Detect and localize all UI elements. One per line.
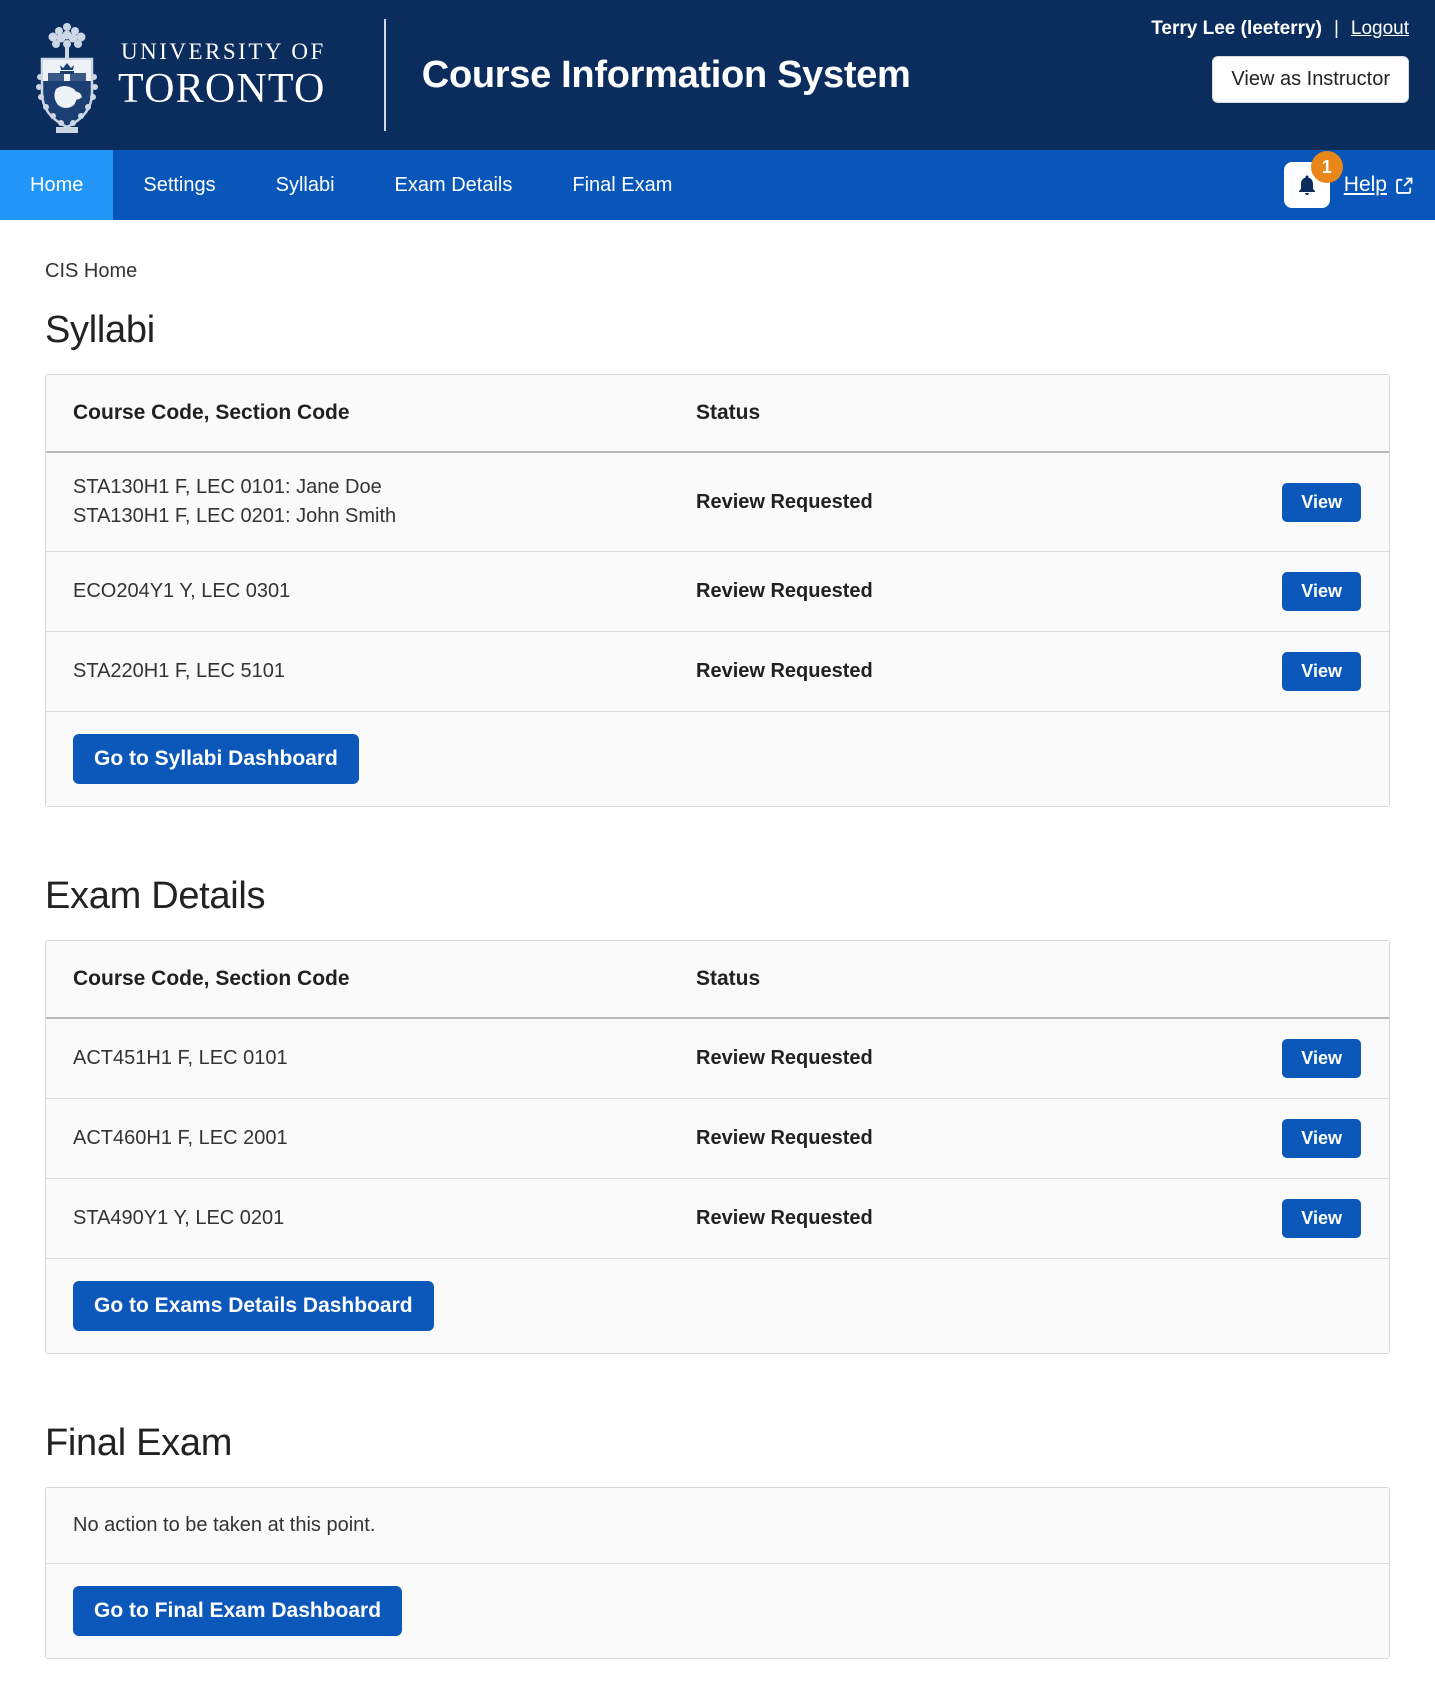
view-button[interactable]: View (1282, 1039, 1361, 1078)
syllabi-row-1-status: Review Requested (696, 551, 1249, 632)
nav-item-settings[interactable]: Settings (113, 150, 245, 220)
uoft-wordmark: UNIVERSITY OF TORONTO (118, 40, 326, 110)
table-row: ECO204Y1 Y, LEC 0301 Review Requested Vi… (46, 551, 1389, 632)
logout-link[interactable]: Logout (1351, 18, 1409, 40)
nav-right-group: 1 Help (1283, 150, 1415, 220)
table-row: ACT460H1 F, LEC 2001 Review Requested Vi… (46, 1098, 1389, 1179)
page-title-exam-details: Exam Details (45, 875, 266, 917)
go-to-syllabi-dashboard-button[interactable]: Go to Syllabi Dashboard (73, 734, 359, 784)
exam-details-row-2-course: STA490Y1 Y, LEC 0201 (46, 1178, 696, 1259)
syllabi-table-header-row: Course Code, Section Code Status (46, 375, 1389, 453)
course-line: ECO204Y1 Y, LEC 0301 (73, 580, 291, 602)
breadcrumb: CIS Home (45, 260, 138, 282)
main-content: CIS Home Syllabi Course Code, Section Co… (0, 220, 1435, 1693)
view-button[interactable]: View (1282, 1199, 1361, 1238)
site-header: UNIVERSITY OF TORONTO Course Information… (0, 0, 1435, 150)
exam-details-row-0-status: Review Requested (696, 1018, 1249, 1099)
go-to-final-exam-dashboard-button[interactable]: Go to Final Exam Dashboard (73, 1586, 403, 1636)
syllabi-col-course-header: Course Code, Section Code (46, 375, 696, 453)
uoft-brand: UNIVERSITY OF TORONTO (28, 0, 326, 150)
uoft-wordmark-line2: TORONTO (118, 66, 326, 112)
syllabi-panel: Course Code, Section Code Status STA130H… (45, 374, 1390, 807)
syllabi-panel-footer: Go to Syllabi Dashboard (46, 712, 1389, 806)
nav-item-exam-details-label: Exam Details (394, 173, 513, 196)
syllabi-row-1-course: ECO204Y1 Y, LEC 0301 (46, 551, 696, 632)
exam-details-row-1-course: ACT460H1 F, LEC 2001 (46, 1098, 696, 1179)
exam-details-panel: Course Code, Section Code Status ACT451H… (45, 940, 1390, 1354)
user-area: Terry Lee (leeterry) | Logout View as In… (1151, 18, 1409, 103)
view-button[interactable]: View (1282, 482, 1361, 522)
exam-details-row-0-course: ACT451H1 F, LEC 0101 (46, 1018, 696, 1099)
course-line: ACT451H1 F, LEC 0101 (73, 1047, 288, 1069)
exam-details-row-1-status: Review Requested (696, 1098, 1249, 1179)
external-link-icon (1396, 177, 1413, 194)
view-button[interactable]: View (1282, 572, 1361, 611)
app-title: Course Information System (421, 53, 911, 96)
nav-item-exam-details[interactable]: Exam Details (365, 150, 543, 220)
user-name: Terry Lee (leeterry) (1151, 18, 1322, 39)
header-divider (383, 19, 386, 131)
uoft-crest-icon (28, 15, 106, 135)
nav-item-final-exam-label: Final Exam (572, 173, 673, 196)
course-line: STA130H1 F, LEC 0201: John Smith (73, 505, 397, 527)
course-line: STA490Y1 Y, LEC 0201 (73, 1207, 285, 1229)
syllabi-row-0-course: STA130H1 F, LEC 0101: Jane Doe STA130H1 … (46, 452, 696, 552)
nav-item-syllabi-label: Syllabi (275, 173, 335, 196)
exam-details-row-1-action: View (1249, 1098, 1389, 1179)
exam-details-row-0-action: View (1249, 1018, 1389, 1099)
syllabi-row-2-course: STA220H1 F, LEC 5101 (46, 631, 696, 712)
table-row: STA490Y1 Y, LEC 0201 Review Requested Vi… (46, 1178, 1389, 1259)
exam-details-table: Course Code, Section Code Status ACT451H… (46, 941, 1389, 1259)
help-link[interactable]: Help (1344, 173, 1415, 197)
page-title-final-exam: Final Exam (45, 1422, 233, 1464)
nav-item-settings-label: Settings (143, 173, 216, 196)
exam-details-row-2-action: View (1249, 1178, 1389, 1259)
exam-details-row-2-status: Review Requested (696, 1178, 1249, 1259)
view-as-instructor-button[interactable]: View as Instructor (1212, 56, 1409, 103)
syllabi-row-2-action: View (1249, 631, 1389, 712)
table-row: STA220H1 F, LEC 5101 Review Requested Vi… (46, 631, 1389, 712)
table-row: STA130H1 F, LEC 0101: Jane Doe STA130H1 … (46, 452, 1389, 552)
help-link-label: Help (1343, 173, 1387, 196)
notifications[interactable]: 1 (1283, 151, 1343, 208)
notification-count-badge: 1 (1310, 151, 1343, 183)
syllabi-row-2-status: Review Requested (696, 631, 1249, 712)
syllabi-table: Course Code, Section Code Status STA130H… (46, 375, 1389, 712)
final-exam-empty-message: No action to be taken at this point. (46, 1488, 1389, 1564)
exam-details-panel-footer: Go to Exams Details Dashboard (46, 1259, 1389, 1353)
syllabi-row-0-action: View (1249, 452, 1389, 552)
exam-details-col-course-header: Course Code, Section Code (46, 941, 696, 1019)
final-exam-panel-footer: Go to Final Exam Dashboard (46, 1564, 1389, 1658)
page-title-syllabi: Syllabi (45, 309, 155, 351)
nav-item-syllabi[interactable]: Syllabi (246, 150, 365, 220)
nav-item-final-exam[interactable]: Final Exam (542, 150, 702, 220)
uoft-wordmark-line1: UNIVERSITY OF (121, 39, 326, 64)
nav-item-home[interactable]: Home (0, 150, 114, 220)
view-button[interactable]: View (1282, 652, 1361, 691)
syllabi-row-1-action: View (1249, 551, 1389, 632)
view-button[interactable]: View (1282, 1119, 1361, 1158)
go-to-exams-details-dashboard-button[interactable]: Go to Exams Details Dashboard (73, 1281, 434, 1331)
exam-details-col-status-header: Status (696, 941, 1389, 1019)
table-row: ACT451H1 F, LEC 0101 Review Requested Vi… (46, 1018, 1389, 1099)
main-navigation: Home Settings Syllabi Exam Details Final… (0, 150, 1435, 220)
syllabi-col-status-header: Status (696, 375, 1389, 453)
exam-details-table-header-row: Course Code, Section Code Status (46, 941, 1389, 1019)
user-separator: | (1333, 18, 1339, 39)
course-line: STA130H1 F, LEC 0101: Jane Doe (73, 476, 382, 498)
nav-item-home-label: Home (30, 173, 84, 196)
syllabi-row-0-status: Review Requested (696, 452, 1249, 552)
course-line: ACT460H1 F, LEC 2001 (73, 1127, 288, 1149)
final-exam-panel: No action to be taken at this point. Go … (45, 1487, 1390, 1659)
course-line: STA220H1 F, LEC 5101 (73, 660, 285, 682)
